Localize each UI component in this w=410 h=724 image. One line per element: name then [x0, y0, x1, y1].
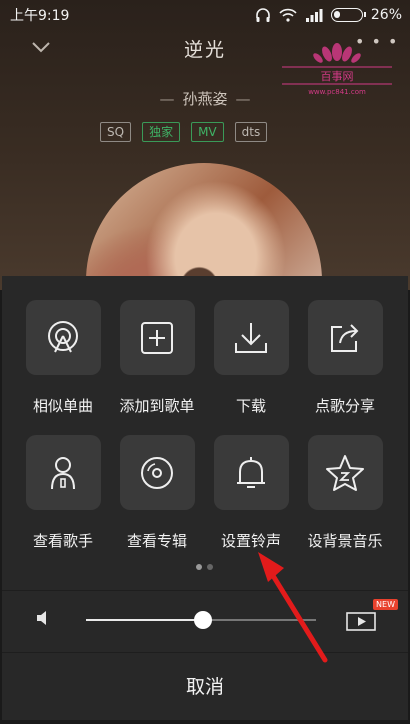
download-icon — [235, 322, 267, 353]
headphones-icon — [256, 8, 270, 22]
set-ringtone-button[interactable]: 设置铃声 — [204, 435, 298, 551]
quality-badges: SQ 独家 MV dts — [100, 122, 268, 142]
svg-text:www.pc841.com: www.pc841.com — [308, 88, 366, 96]
view-singer-tile[interactable] — [25, 435, 101, 510]
signal-icon — [305, 9, 323, 22]
view-singer-label: 查看歌手 — [32, 532, 93, 550]
exclusive-badge: 独家 — [142, 122, 181, 142]
svg-text:百事网: 百事网 — [321, 70, 354, 83]
star-music-icon — [326, 454, 364, 491]
share-song-label: 点歌分享 — [314, 397, 375, 415]
set-ringtone-label: 设置铃声 — [220, 532, 281, 550]
video-mode-button[interactable]: NEW — [344, 599, 398, 634]
page-indicator — [196, 564, 213, 570]
add-to-playlist-button[interactable]: 添加到歌单 — [110, 300, 204, 416]
site-watermark-logo: 百事网 www.pc841.com — [282, 43, 392, 96]
volume-slider-thumb[interactable] — [194, 611, 213, 629]
singer-icon — [51, 456, 75, 489]
status-bar: 上午9:19 26% — [0, 0, 410, 30]
volume-slider-fill — [86, 619, 204, 621]
similar-songs-tile[interactable] — [25, 300, 101, 375]
set-ringtone-tile[interactable] — [213, 435, 289, 510]
download-label: 下载 — [235, 397, 266, 415]
similar-songs-label: 相似单曲 — [32, 397, 93, 415]
cancel-button[interactable]: 取消 — [2, 654, 408, 720]
disc-icon — [141, 456, 173, 489]
view-album-label: 查看专辑 — [126, 532, 187, 550]
divider — [2, 652, 408, 653]
battery-fill — [333, 11, 341, 18]
bell-icon — [237, 456, 265, 488]
sq-badge: SQ — [100, 122, 132, 142]
speaker-icon — [37, 611, 46, 625]
dts-badge[interactable]: dts — [234, 122, 268, 142]
artist-name[interactable]: 孙燕姿 — [182, 90, 227, 108]
share-icon — [331, 323, 359, 352]
similar-songs-button[interactable]: 相似单曲 — [16, 300, 110, 416]
download-tile[interactable] — [213, 300, 289, 375]
share-song-tile[interactable] — [307, 300, 383, 375]
add-to-playlist-tile[interactable] — [119, 300, 195, 375]
new-badge: NEW — [373, 599, 398, 610]
set-background-music-tile[interactable] — [307, 435, 383, 510]
download-button[interactable]: 下载 — [204, 300, 298, 416]
album-cover — [86, 163, 322, 290]
wifi-icon — [279, 8, 297, 22]
volume-slider[interactable] — [86, 611, 316, 629]
view-album-tile[interactable] — [119, 435, 195, 510]
action-sheet: 相似单曲 添加到歌单 下载 点歌分享 查看歌手 查看专辑 设置铃声 设背景音乐 … — [2, 276, 408, 720]
volume-row: NEW — [2, 594, 408, 646]
add-square-icon — [141, 321, 173, 354]
divider — [2, 590, 408, 591]
set-background-music-label: 设背景音乐 — [307, 532, 383, 550]
view-album-button[interactable]: 查看专辑 — [110, 435, 204, 551]
battery-percent: 26% — [370, 7, 402, 23]
radar-icon — [48, 320, 78, 352]
set-background-music-button[interactable]: 设背景音乐 — [298, 435, 392, 551]
battery-icon — [330, 8, 366, 22]
player-background: 上午9:19 26% 逆光 • • • —孙燕姿— SQ 独家 MV dts — [0, 0, 410, 290]
share-song-button[interactable]: 点歌分享 — [298, 300, 392, 416]
view-singer-button[interactable]: 查看歌手 — [16, 435, 110, 551]
page-dot — [196, 564, 202, 570]
page-dot — [207, 564, 213, 570]
add-to-playlist-label: 添加到歌单 — [119, 397, 195, 415]
mv-badge[interactable]: MV — [191, 122, 224, 142]
status-time: 上午9:19 — [10, 8, 70, 24]
video-play-icon — [346, 612, 376, 631]
status-icons: 26% — [255, 7, 402, 23]
